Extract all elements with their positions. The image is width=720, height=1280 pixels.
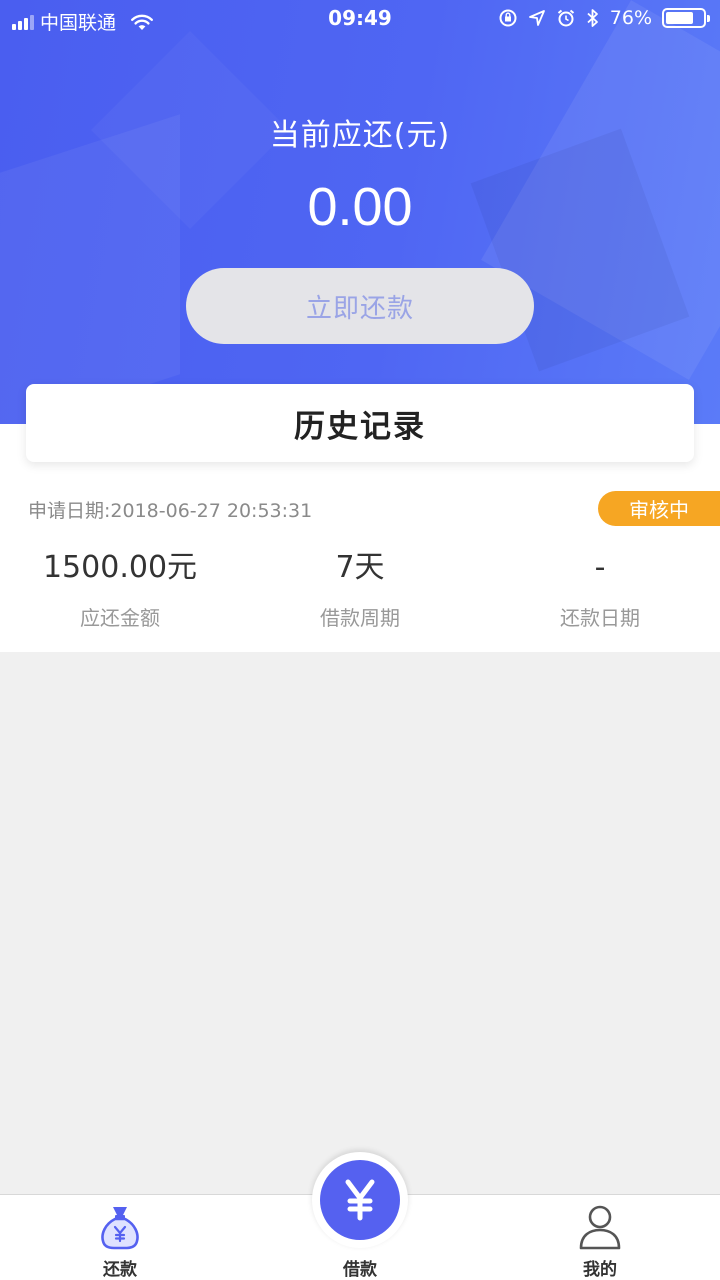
repayment-screen: 中国联通 09:49 76% 当前应还(元) 0.00 立即还款 历史记录 申请… — [0, 0, 720, 1280]
status-badge: 审核中 — [598, 491, 720, 526]
location-icon — [528, 10, 545, 26]
due-amount-stat: 1500.00元 应还金额 — [0, 548, 240, 631]
due-amount-value: 1500.00元 — [42, 550, 198, 585]
status-bar: 中国联通 09:49 76% — [0, 0, 720, 40]
loan-period-stat: 7天 借款周期 — [240, 548, 480, 631]
repay-date-stat: - 还款日期 — [480, 548, 720, 631]
borrow-center-button[interactable] — [320, 1160, 400, 1240]
repay-date-value: - — [594, 550, 606, 585]
repay-now-button[interactable]: 立即还款 — [186, 268, 534, 344]
apply-date: 申请日期:2018-06-27 20:53:31 — [28, 500, 313, 522]
battery-percent: 76% — [609, 7, 652, 29]
current-due-amount: 0.00 — [307, 177, 413, 237]
user-icon — [579, 1205, 621, 1250]
carrier-name: 中国联通 — [40, 12, 117, 34]
rotation-lock-icon — [499, 9, 517, 27]
repay-date-label: 还款日期 — [560, 606, 640, 630]
tab-label: 我的 — [583, 1260, 617, 1280]
current-due-label: 当前应还(元) — [269, 118, 451, 153]
tab-label: 还款 — [103, 1260, 137, 1280]
yen-icon — [345, 1179, 375, 1221]
cellular-signal-icon — [12, 14, 34, 30]
money-bag-icon — [101, 1207, 139, 1250]
tab-mine[interactable]: 我的 — [480, 1195, 720, 1280]
bluetooth-icon — [587, 9, 598, 27]
battery-icon — [662, 8, 710, 28]
loan-period-value: 7天 — [335, 550, 385, 585]
alarm-icon — [557, 9, 574, 27]
loan-period-label: 借款周期 — [320, 606, 400, 630]
tab-label: 借款 — [343, 1260, 377, 1280]
due-amount-label: 应还金额 — [80, 606, 160, 630]
history-header-card: 历史记录 — [26, 384, 694, 462]
wifi-icon — [131, 14, 154, 30]
tab-repay[interactable]: 还款 — [0, 1195, 240, 1280]
history-title: 历史记录 — [294, 408, 426, 445]
